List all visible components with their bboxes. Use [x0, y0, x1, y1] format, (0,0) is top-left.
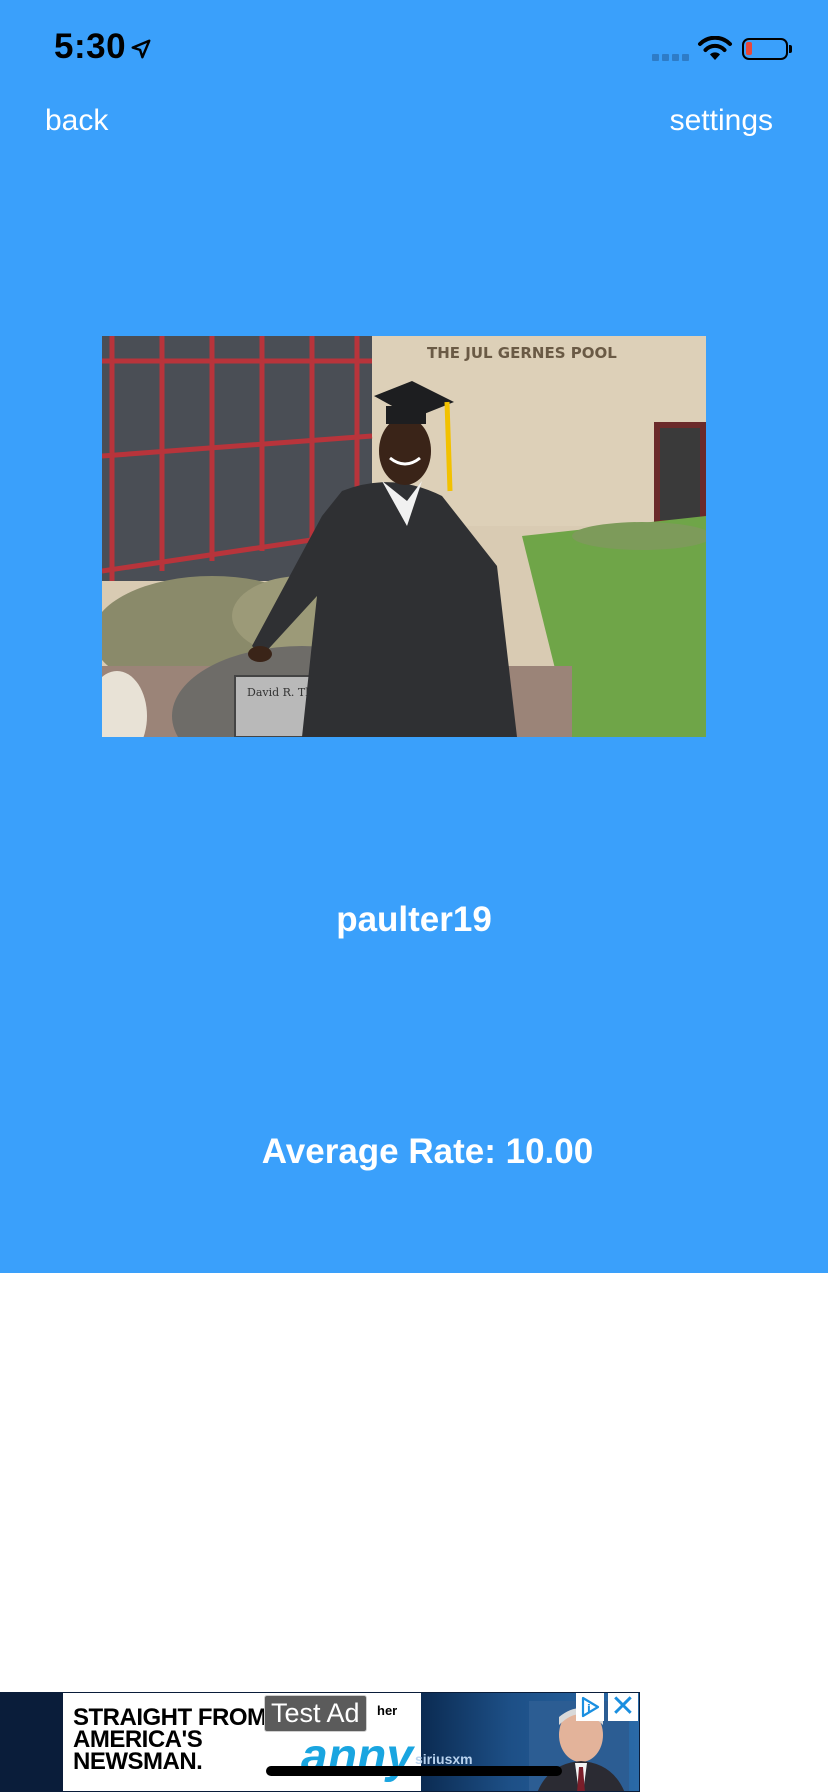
location-arrow-icon	[131, 39, 151, 59]
svg-text:i: i	[587, 1702, 591, 1715]
status-time: 5:30	[54, 27, 127, 66]
profile-photo: THE JUL GERNES POOL David R. Thiss Court	[102, 336, 706, 737]
profile-photo-image: THE JUL GERNES POOL David R. Thiss Court	[102, 336, 706, 737]
ad-headline-line: NEWSMAN.	[73, 1748, 203, 1775]
cellular-signal-icon	[652, 54, 689, 61]
username: paulter19	[336, 900, 492, 939]
test-ad-label: Test Ad	[264, 1695, 367, 1732]
home-indicator[interactable]	[266, 1766, 562, 1776]
battery-tip	[789, 45, 792, 53]
back-button[interactable]: back	[45, 104, 108, 138]
battery-level	[746, 42, 752, 55]
ad-brand-small: her	[377, 1703, 398, 1718]
settings-button[interactable]: settings	[670, 104, 773, 138]
ad-headline: STRAIGHT FROM AMERICA'S NEWSMAN.	[73, 1706, 267, 1775]
ad-sponsor: siriusxm	[415, 1751, 473, 1767]
adchoices-icon[interactable]: i	[576, 1693, 604, 1721]
ad-close-icon[interactable]: ✕	[608, 1692, 638, 1722]
svg-text:THE JUL GERNES POOL: THE JUL GERNES POOL	[427, 344, 617, 362]
wifi-icon	[698, 36, 732, 60]
battery-icon	[742, 38, 788, 60]
average-rate: Average Rate: 10.00	[261, 1132, 594, 1171]
